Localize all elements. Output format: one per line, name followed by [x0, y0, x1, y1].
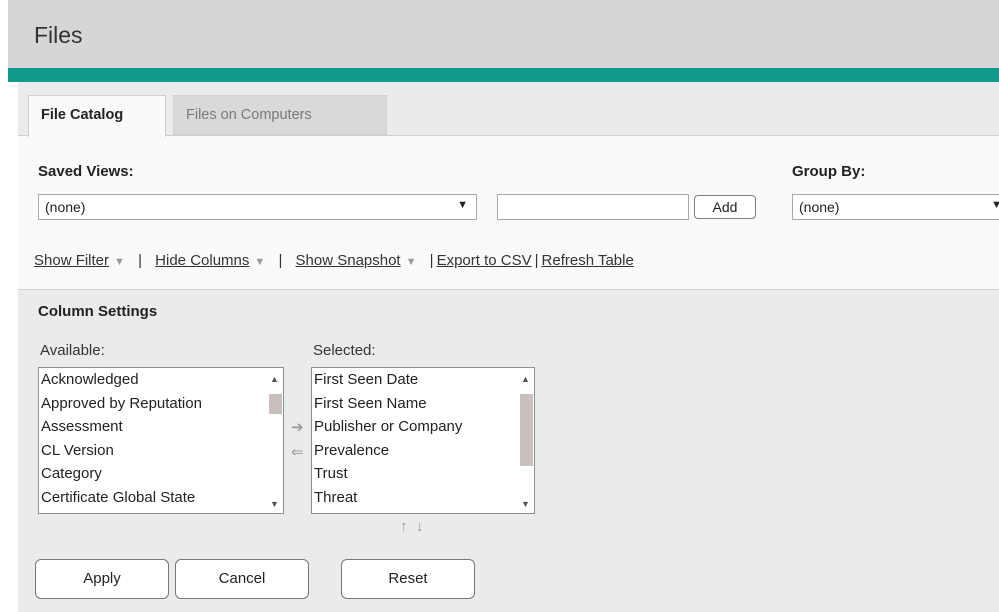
toolbar-separator: | — [429, 252, 434, 269]
hide-columns-caret-icon[interactable]: ▼ — [254, 256, 265, 268]
cancel-button[interactable]: Cancel — [175, 559, 309, 599]
available-label: Available: — [40, 342, 105, 359]
group-by-value: (none) — [799, 199, 840, 215]
saved-views-select[interactable]: (none) ▼ — [38, 194, 477, 220]
reset-button[interactable]: Reset — [341, 559, 475, 599]
scroll-down-icon[interactable]: ▼ — [521, 499, 530, 509]
move-right-arrow-icon[interactable]: ➔ — [291, 418, 304, 436]
list-item[interactable]: Prevalence — [312, 439, 534, 463]
move-down-arrow-icon[interactable]: ↓ — [416, 518, 424, 535]
list-item[interactable]: Category — [39, 462, 283, 486]
scroll-up-icon[interactable]: ▲ — [270, 374, 279, 384]
apply-button[interactable]: Apply — [35, 559, 169, 599]
refresh-table-link[interactable]: Refresh Table — [542, 252, 634, 269]
show-filter-caret-icon[interactable]: ▼ — [114, 256, 125, 268]
list-item[interactable]: Certificate Global State — [39, 486, 283, 510]
group-by-select[interactable]: (none) ▼ — [792, 194, 999, 220]
list-item[interactable]: Assessment — [39, 415, 283, 439]
toolbar-separator: | — [278, 252, 283, 269]
scroll-thumb[interactable] — [520, 394, 533, 466]
scroll-up-icon[interactable]: ▲ — [521, 374, 530, 384]
view-name-input[interactable] — [497, 194, 689, 220]
column-settings-title: Column Settings — [38, 303, 158, 320]
scroll-thumb[interactable] — [269, 394, 282, 414]
page-title: Files — [34, 22, 83, 48]
export-csv-link[interactable]: Export to CSV — [437, 252, 532, 269]
show-filter-link[interactable]: Show Filter — [34, 252, 109, 269]
hide-columns-link[interactable]: Hide Columns — [155, 252, 249, 269]
saved-views-label: Saved Views: — [38, 163, 134, 180]
table-toolbar: Show Filter ▼ | Hide Columns ▼ | Show Snap… — [34, 252, 634, 269]
toolbar-separator: | — [534, 252, 539, 269]
list-item[interactable]: Threat — [312, 486, 534, 510]
group-by-label: Group By: — [792, 163, 866, 180]
add-view-button[interactable]: Add — [694, 195, 756, 219]
scroll-down-icon[interactable]: ▼ — [270, 499, 279, 509]
selected-label: Selected: — [313, 342, 376, 359]
move-left-arrow-icon[interactable]: ⇐ — [291, 443, 304, 461]
selected-columns-list[interactable]: First Seen Date First Seen Name Publishe… — [311, 367, 535, 514]
page-header: Files — [8, 0, 999, 68]
list-item[interactable]: Trust — [312, 462, 534, 486]
selected-list-scrollbar[interactable]: ▲ ▼ — [517, 368, 534, 513]
dropdown-arrow-icon: ▼ — [457, 199, 468, 211]
list-item[interactable]: Acknowledged — [39, 368, 283, 392]
tab-file-catalog[interactable]: File Catalog — [28, 95, 166, 137]
show-snapshot-link[interactable]: Show Snapshot — [296, 252, 401, 269]
saved-views-value: (none) — [45, 199, 86, 215]
available-list-scrollbar[interactable]: ▲ ▼ — [266, 368, 283, 513]
toolbar-separator: | — [138, 252, 142, 269]
accent-bar — [8, 68, 999, 82]
tab-files-on-computers[interactable]: Files on Computers — [173, 95, 387, 135]
list-item[interactable]: CL Version — [39, 439, 283, 463]
list-item[interactable]: First Seen Name — [312, 392, 534, 416]
show-snapshot-caret-icon[interactable]: ▼ — [406, 256, 417, 268]
move-up-arrow-icon[interactable]: ↑ — [400, 518, 408, 535]
list-item[interactable]: First Seen Date — [312, 368, 534, 392]
available-columns-list[interactable]: Acknowledged Approved by Reputation Asse… — [38, 367, 284, 514]
list-item[interactable]: Approved by Reputation — [39, 392, 283, 416]
dropdown-arrow-icon: ▼ — [991, 199, 999, 211]
list-item[interactable]: Publisher or Company — [312, 415, 534, 439]
